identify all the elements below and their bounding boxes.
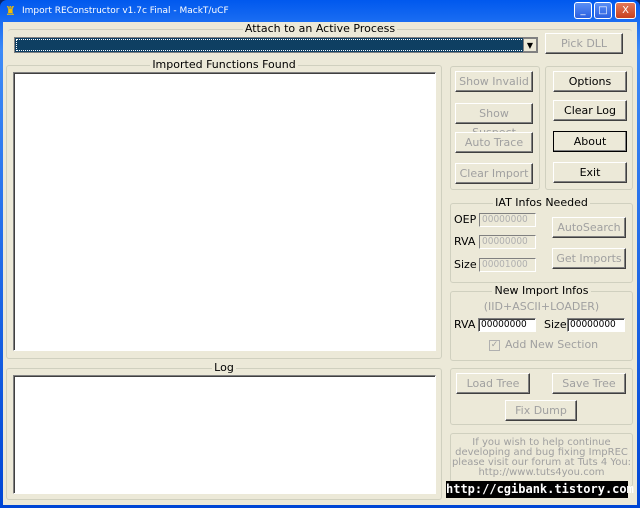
iat-group: IAT Infos Needed [450, 196, 633, 283]
save-tree-button[interactable]: Save Tree [552, 373, 626, 394]
new-rva-field[interactable]: 00000000 [478, 318, 536, 332]
minimize-button[interactable]: _ [574, 2, 592, 19]
show-invalid-button[interactable]: Show Invalid [455, 71, 533, 92]
info-box: If you wish to help continue developing … [450, 433, 633, 487]
imported-functions-tree[interactable] [13, 72, 436, 351]
close-button[interactable]: X [615, 2, 636, 19]
watermark: http://cgibank.tistory.com [446, 481, 634, 498]
new-import-caption: New Import Infos [492, 284, 591, 297]
iat-rva-field[interactable]: 00000000 [479, 235, 536, 249]
new-size-field[interactable]: 00000000 [567, 318, 625, 332]
window: ♜ Import REConstructor v1.7c Final - Mac… [0, 0, 640, 508]
show-suspect-button[interactable]: Show Suspect [455, 103, 533, 139]
chevron-down-icon[interactable]: ▼ [523, 38, 537, 52]
clear-log-button[interactable]: Clear Log [553, 100, 627, 121]
process-combo[interactable]: ▼ [14, 37, 538, 53]
info-line: http://www.tuts4you.com [478, 467, 605, 478]
new-import-subtitle: (IID+ASCII+LOADER) [483, 300, 600, 313]
add-section-label: Add New Section [505, 338, 599, 351]
exit-button[interactable]: Exit [553, 162, 627, 183]
autosearch-button[interactable]: AutoSearch [552, 217, 626, 238]
imported-caption: Imported Functions Found [150, 58, 298, 71]
fix-dump-button[interactable]: Fix Dump [505, 400, 577, 421]
oep-label: OEP [454, 213, 477, 226]
clear-import-button[interactable]: Clear Import [455, 163, 533, 184]
options-button[interactable]: Options [553, 71, 627, 92]
about-button[interactable]: About [553, 131, 627, 152]
attach-caption: Attach to an Active Process [242, 22, 398, 35]
iat-size-field[interactable]: 00001000 [479, 258, 536, 272]
new-rva-label: RVA [454, 318, 476, 331]
log-box[interactable] [13, 375, 436, 494]
rva-label: RVA [454, 235, 476, 248]
client-area: Attach to an Active Process ▼ Pick DLL I… [3, 22, 637, 505]
oep-field[interactable]: 00000000 [479, 213, 536, 227]
pick-dll-button[interactable]: Pick DLL [545, 33, 623, 54]
load-tree-button[interactable]: Load Tree [456, 373, 530, 394]
get-imports-button[interactable]: Get Imports [552, 248, 626, 269]
window-title: Import REConstructor v1.7c Final - MackT… [22, 6, 229, 16]
new-size-label: Size [544, 318, 567, 331]
size-label: Size [454, 258, 477, 271]
auto-trace-button[interactable]: Auto Trace [455, 132, 533, 153]
maximize-button[interactable]: □ [594, 2, 612, 19]
log-caption: Log [212, 361, 236, 374]
iat-caption: IAT Infos Needed [493, 196, 590, 209]
add-section-checkbox[interactable]: ✓ [489, 340, 500, 351]
